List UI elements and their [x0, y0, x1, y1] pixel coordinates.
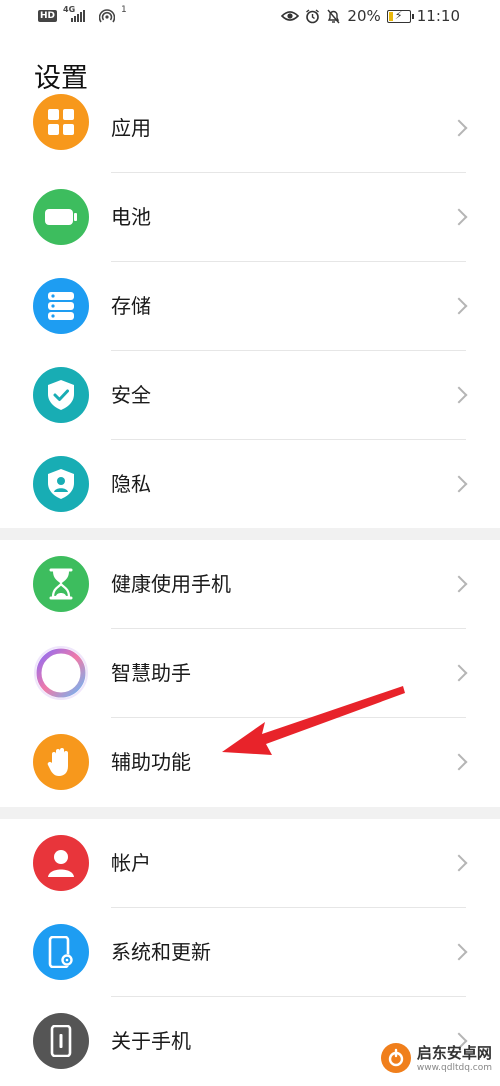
- watermark-logo-icon: [380, 1042, 411, 1073]
- watermark-name: 启东安卓网: [416, 1044, 492, 1062]
- annotation-arrow: [222, 686, 405, 755]
- watermark: 启东安卓网 www.qdltdq.com: [380, 1042, 492, 1073]
- watermark-url: www.qdltdq.com: [416, 1063, 492, 1073]
